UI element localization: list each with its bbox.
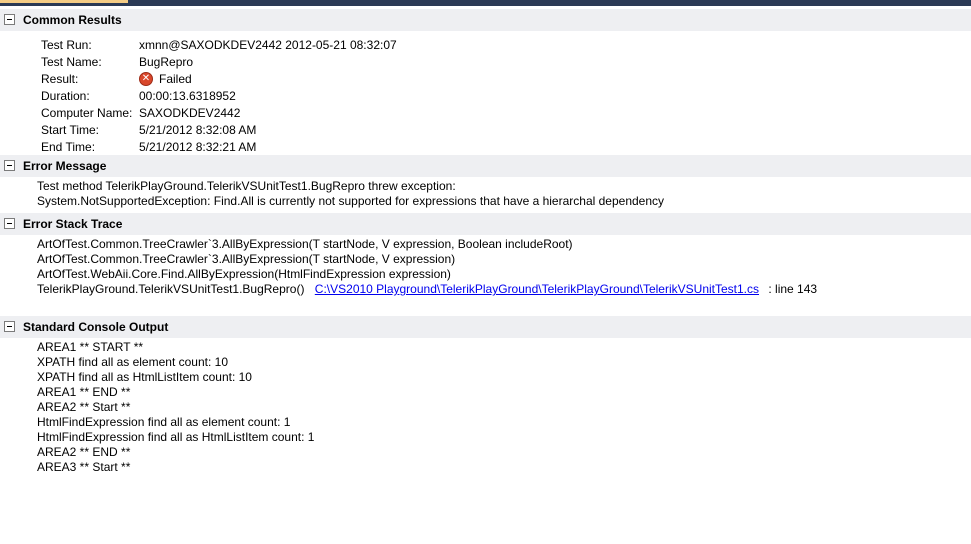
- collapse-icon[interactable]: [4, 218, 15, 229]
- console-line: AREA1 ** START **: [37, 340, 144, 354]
- error-icon: ✕: [139, 72, 153, 86]
- stack-trace-line: ArtOfTest.WebAii.Core.Find.AllByExpressi…: [37, 267, 451, 281]
- test-name-label: Test Name:: [41, 55, 102, 69]
- error-message-line: Test method TelerikPlayGround.TelerikVSU…: [37, 179, 456, 193]
- end-time-value: 5/21/2012 8:32:21 AM: [139, 140, 257, 154]
- result-text: Failed: [159, 72, 192, 86]
- console-line: AREA2 ** Start **: [37, 400, 131, 414]
- error-message-line: System.NotSupportedException: Find.All i…: [37, 194, 665, 208]
- source-line-number: : line 143: [768, 282, 818, 296]
- section-title: Error Message: [23, 159, 107, 173]
- start-time-value: 5/21/2012 8:32:08 AM: [139, 123, 257, 137]
- end-time-label: End Time:: [41, 140, 96, 154]
- duration-value: 00:00:13.6318952: [139, 89, 236, 103]
- section-title: Common Results: [23, 13, 122, 27]
- section-title: Standard Console Output: [23, 320, 169, 334]
- section-header-error-stack-trace[interactable]: Error Stack Trace: [0, 213, 971, 235]
- console-line: AREA3 ** Start **: [37, 460, 131, 474]
- collapse-icon[interactable]: [4, 321, 15, 332]
- computer-name-label: Computer Name:: [41, 106, 133, 120]
- collapse-icon[interactable]: [4, 14, 15, 25]
- console-line: AREA1 ** END **: [37, 385, 131, 399]
- active-document-tab[interactable]: [0, 0, 128, 3]
- console-line: XPATH find all as HtmlListItem count: 10: [37, 370, 252, 384]
- stack-trace-method: TelerikPlayGround.TelerikVSUnitTest1.Bug…: [37, 282, 305, 296]
- document-tab-strip: [0, 0, 971, 6]
- console-line: HtmlFindExpression find all as HtmlListI…: [37, 430, 315, 444]
- console-line: AREA2 ** END **: [37, 445, 131, 459]
- console-line: XPATH find all as element count: 10: [37, 355, 228, 369]
- test-run-label: Test Run:: [41, 38, 92, 52]
- section-title: Error Stack Trace: [23, 217, 123, 231]
- section-header-common-results[interactable]: Common Results: [0, 9, 971, 31]
- source-file-link[interactable]: C:\VS2010 Playground\TelerikPlayGround\T…: [315, 282, 759, 296]
- computer-name-value: SAXODKDEV2442: [139, 106, 241, 120]
- collapse-icon[interactable]: [4, 160, 15, 171]
- duration-label: Duration:: [41, 89, 90, 103]
- test-name-value: BugRepro: [139, 55, 194, 69]
- stack-trace-line: ArtOfTest.Common.TreeCrawler`3.AllByExpr…: [37, 237, 573, 251]
- start-time-label: Start Time:: [41, 123, 100, 137]
- result-label: Result:: [41, 72, 79, 86]
- section-header-standard-console-output[interactable]: Standard Console Output: [0, 316, 971, 338]
- console-line: HtmlFindExpression find all as element c…: [37, 415, 291, 429]
- test-run-value: xmnn@SAXODKDEV2442 2012-05-21 08:32:07: [139, 38, 397, 52]
- stack-trace-line-with-source: TelerikPlayGround.TelerikVSUnitTest1.Bug…: [37, 282, 817, 297]
- stack-trace-line: ArtOfTest.Common.TreeCrawler`3.AllByExpr…: [37, 252, 456, 266]
- section-header-error-message[interactable]: Error Message: [0, 155, 971, 177]
